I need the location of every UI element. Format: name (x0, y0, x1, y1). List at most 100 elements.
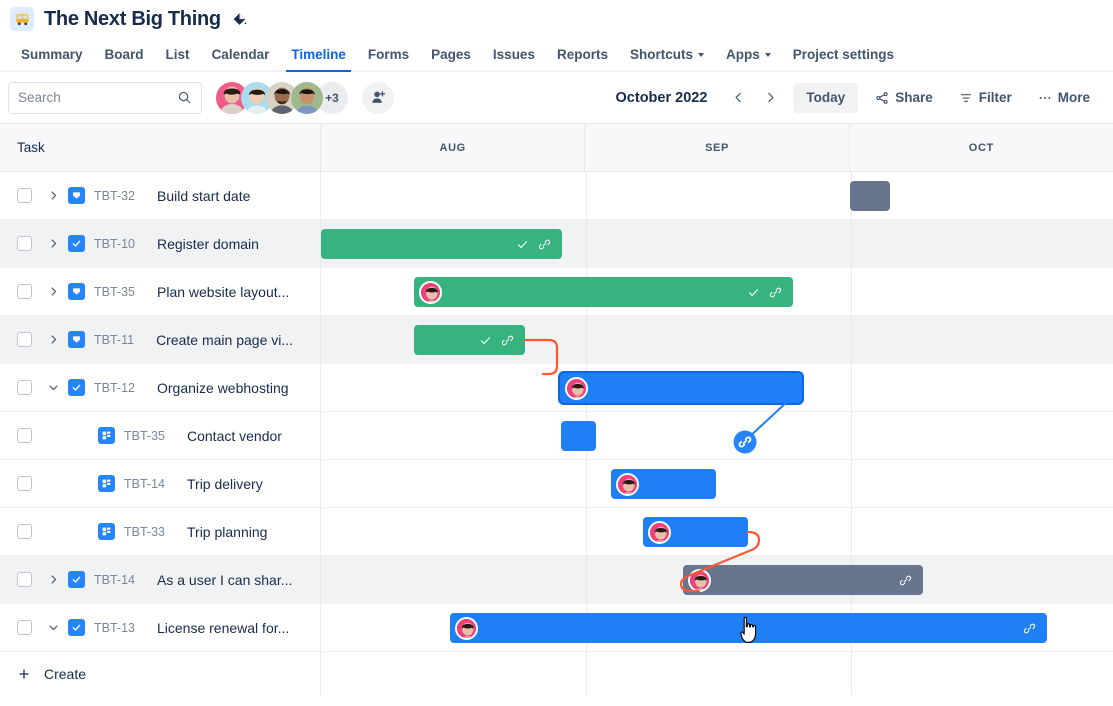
issue-key[interactable]: TBT-35 (94, 285, 135, 299)
task-cell[interactable]: TBT-11 Create main page vi... (0, 316, 321, 363)
today-button[interactable]: Today (793, 83, 858, 113)
tab-apps[interactable]: Apps (715, 38, 782, 70)
timeline-bar[interactable] (321, 229, 562, 259)
row-checkbox[interactable] (17, 284, 32, 299)
tab-timeline[interactable]: Timeline (280, 38, 357, 70)
issue-summary[interactable]: Register domain (157, 236, 259, 252)
timeline-bar[interactable] (561, 421, 596, 451)
issue-key[interactable]: TBT-35 (124, 429, 165, 443)
avatar (419, 281, 442, 304)
timeline-lane[interactable] (321, 412, 1113, 459)
issue-summary[interactable]: Create main page vi... (156, 332, 293, 348)
search-box[interactable] (8, 82, 202, 114)
add-person-button[interactable] (362, 82, 394, 114)
table-row[interactable]: TBT-12 Organize webhosting (0, 364, 1113, 412)
tab-shortcuts[interactable]: Shortcuts (619, 38, 715, 70)
expand-toggle[interactable] (41, 616, 65, 640)
expand-toggle[interactable] (41, 328, 65, 352)
row-checkbox[interactable] (17, 524, 32, 539)
timeline-bar[interactable] (850, 181, 890, 211)
issue-key[interactable]: TBT-14 (94, 573, 135, 587)
gem-icon[interactable] (231, 11, 248, 28)
issue-summary[interactable]: Contact vendor (187, 428, 282, 444)
issue-key[interactable]: TBT-33 (124, 525, 165, 539)
tab-forms[interactable]: Forms (357, 38, 420, 70)
chevron-right-icon (48, 574, 59, 585)
expand-toggle[interactable] (41, 376, 65, 400)
tab-reports[interactable]: Reports (546, 38, 619, 70)
issue-summary[interactable]: Build start date (157, 188, 250, 204)
issue-summary[interactable]: Trip delivery (187, 476, 263, 492)
timeline-lane[interactable] (321, 172, 1113, 219)
expand-toggle[interactable] (41, 184, 65, 208)
link-icon[interactable] (501, 334, 514, 347)
timeline-bar[interactable] (611, 469, 716, 499)
issue-key[interactable]: TBT-13 (94, 621, 135, 635)
share-button[interactable]: Share (866, 83, 942, 113)
timeline-bar[interactable] (560, 373, 802, 403)
timeline-bar[interactable] (414, 325, 525, 355)
avatar-group[interactable]: +3 (216, 82, 348, 114)
row-checkbox[interactable] (17, 332, 32, 347)
issue-key[interactable]: TBT-32 (94, 189, 135, 203)
issue-key[interactable]: TBT-11 (94, 333, 134, 347)
link-icon[interactable] (769, 286, 782, 299)
row-checkbox[interactable] (17, 236, 32, 251)
task-cell[interactable]: TBT-12 Organize webhosting (0, 364, 321, 411)
row-checkbox[interactable] (17, 188, 32, 203)
story-icon (68, 187, 85, 204)
tab-summary[interactable]: Summary (10, 38, 94, 70)
tab-pages[interactable]: Pages (420, 38, 482, 70)
link-icon[interactable] (899, 574, 912, 587)
task-cell[interactable]: TBT-35 Contact vendor (0, 412, 321, 459)
filter-button[interactable]: Filter (950, 83, 1021, 113)
task-cell[interactable]: TBT-35 Plan website layout... (0, 268, 321, 315)
expand-toggle[interactable] (41, 280, 65, 304)
tab-board[interactable]: Board (94, 38, 155, 70)
table-row[interactable]: TBT-11 Create main page vi... (0, 316, 1113, 364)
more-button[interactable]: More (1029, 83, 1099, 113)
issue-key[interactable]: TBT-14 (124, 477, 165, 491)
timeline-bar[interactable] (450, 613, 1047, 643)
tab-issues[interactable]: Issues (482, 38, 546, 70)
previous-period-button[interactable] (723, 83, 753, 113)
task-cell[interactable]: TBT-10 Register domain (0, 220, 321, 267)
table-row[interactable]: TBT-14 As a user I can shar... (0, 556, 1113, 604)
row-checkbox[interactable] (17, 572, 32, 587)
expand-toggle[interactable] (41, 568, 65, 592)
table-row[interactable]: TBT-32 Build start date (0, 172, 1113, 220)
issue-key[interactable]: TBT-10 (94, 237, 135, 251)
next-period-button[interactable] (755, 83, 785, 113)
issue-summary[interactable]: As a user I can shar... (157, 572, 292, 588)
table-row[interactable]: TBT-33 Trip planning (0, 508, 1113, 556)
issue-summary[interactable]: Plan website layout... (157, 284, 289, 300)
row-checkbox[interactable] (17, 476, 32, 491)
table-row[interactable]: TBT-35 Contact vendor (0, 412, 1113, 460)
row-checkbox[interactable] (17, 620, 32, 635)
task-cell[interactable]: TBT-13 License renewal for... (0, 604, 321, 651)
table-row[interactable]: TBT-14 Trip delivery (0, 460, 1113, 508)
issue-summary[interactable]: License renewal for... (157, 620, 289, 636)
create-issue-button[interactable]: Create (0, 652, 321, 695)
row-checkbox[interactable] (17, 428, 32, 443)
tab-project-settings[interactable]: Project settings (782, 38, 905, 70)
row-checkbox[interactable] (17, 380, 32, 395)
expand-toggle[interactable] (41, 232, 65, 256)
link-icon[interactable] (1023, 622, 1036, 635)
issue-key[interactable]: TBT-12 (94, 381, 135, 395)
task-cell[interactable]: TBT-14 Trip delivery (0, 460, 321, 507)
search-input[interactable] (18, 90, 177, 105)
task-cell[interactable]: TBT-14 As a user I can shar... (0, 556, 321, 603)
tab-list[interactable]: List (155, 38, 201, 70)
timeline-bar[interactable] (643, 517, 748, 547)
task-cell[interactable]: TBT-33 Trip planning (0, 508, 321, 555)
timeline-bar[interactable] (683, 565, 923, 595)
timeline-lane[interactable] (321, 460, 1113, 507)
task-cell[interactable]: TBT-32 Build start date (0, 172, 321, 219)
issue-summary[interactable]: Trip planning (187, 524, 267, 540)
link-icon[interactable] (538, 238, 551, 251)
tab-calendar[interactable]: Calendar (201, 38, 281, 70)
timeline-bar[interactable] (414, 277, 793, 307)
issue-summary[interactable]: Organize webhosting (157, 380, 289, 396)
avatar[interactable] (291, 82, 323, 114)
